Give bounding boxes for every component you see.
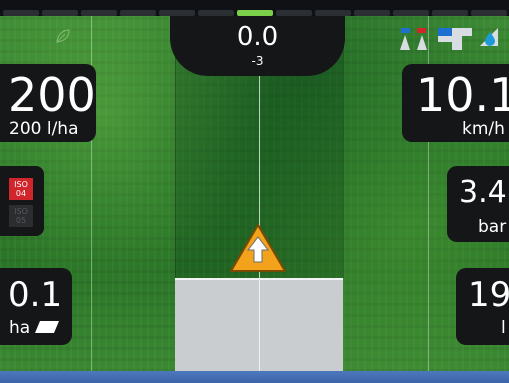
heading-value: 0.0 [236,22,279,52]
pressure-panel[interactable]: 3.4 bar [447,166,509,242]
section-indicator [432,10,468,16]
heading-display[interactable]: 0.0 -3 [170,16,345,76]
droplet-icon[interactable] [478,26,502,50]
status-icons [398,26,503,52]
iso-04-line2: 04 [15,189,27,198]
guidance-screen: 0.0 -3 200 200 l/ha ISO 04 ISO 05 0.1 ha… [0,0,509,383]
speed-panel[interactable]: 10.1 km/h [402,64,509,142]
pressure-value: 3.4 [459,175,507,210]
leaf-icon [56,29,70,43]
application-rate-unit: 200 l/ha [9,119,79,139]
heading-offset: -3 [251,54,264,68]
bottom-bar [0,371,509,383]
area-panel[interactable]: 0.1 ha [0,268,72,345]
volume-unit: l [501,318,506,338]
application-rate-panel[interactable]: 200 200 l/ha [0,64,96,142]
sprayer-nozzles-icon[interactable] [398,28,430,50]
section-indicator [81,10,117,16]
sprayer-boom-icon[interactable] [438,28,472,50]
direction-arrow-icon [230,224,286,272]
area-icon [35,321,59,333]
application-rate-value: 200 [8,68,96,122]
section-indicator [354,10,390,16]
section-indicator [393,10,429,16]
iso-05-line2: 05 [15,216,27,225]
area-unit: ha [9,318,31,338]
iso-04-line1: ISO [14,180,28,189]
iso-05-badge[interactable]: ISO 05 [9,205,33,227]
top-status-bar [0,0,509,16]
iso-04-badge[interactable]: ISO 04 [9,178,33,200]
covered-area-centerline [259,278,260,371]
section-indicator [120,10,156,16]
section-indicator [471,10,507,16]
iso-05-line1: ISO [14,207,28,216]
area-value: 0.1 [8,275,63,315]
section-indicator [3,10,39,16]
volume-value: 19 [468,275,509,315]
section-indicator [42,10,78,16]
speed-value: 10.1 [416,68,509,122]
volume-panel[interactable]: 19 l [456,268,509,345]
speed-unit: km/h [462,119,505,139]
iso-selector[interactable]: ISO 04 ISO 05 [0,166,44,236]
pressure-unit: bar [478,217,507,237]
